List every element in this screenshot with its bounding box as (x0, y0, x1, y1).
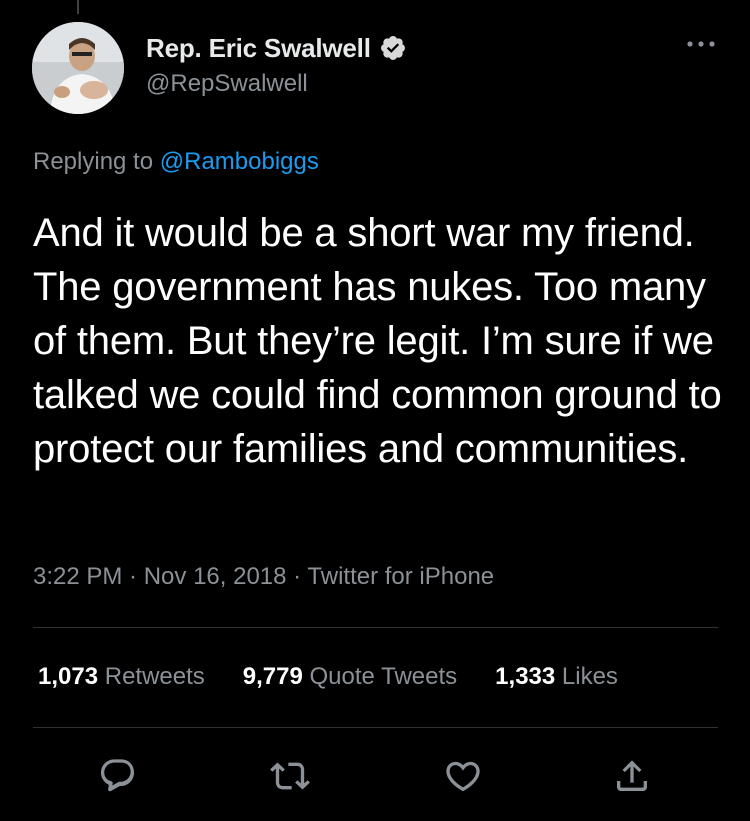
heart-icon (446, 761, 480, 792)
replying-to-mention[interactable]: @Rambobiggs (160, 148, 319, 175)
user-handle[interactable]: @RepSwalwell (146, 70, 308, 98)
avatar[interactable] (32, 22, 124, 114)
likes-label: Likes (561, 663, 618, 690)
tweet-source[interactable]: Twitter for iPhone (307, 563, 494, 590)
quote-tweets-count: 9,779 (242, 663, 303, 690)
quote-tweets-stat[interactable]: 9,779 Quote Tweets (243, 663, 457, 691)
retweets-label: Retweets (104, 663, 205, 690)
likes-stat[interactable]: 1,333 Likes (495, 663, 618, 691)
tweet-action-bar (0, 756, 750, 796)
like-button[interactable] (443, 756, 483, 796)
tweet-time[interactable]: 3:22 PM (33, 563, 122, 590)
retweet-button[interactable] (270, 756, 310, 796)
tweet-date[interactable]: Nov 16, 2018 (144, 563, 287, 590)
divider (33, 627, 718, 628)
retweet-icon (270, 762, 310, 790)
engagement-stats: 1,073 Retweets 9,779 Quote Tweets 1,333 … (38, 663, 656, 691)
more-options-icon[interactable] (686, 38, 716, 50)
avatar-photo (32, 22, 124, 114)
replying-to-prefix: Replying to (33, 148, 160, 175)
tweet-meta: 3:22 PM · Nov 16, 2018 · Twitter for iPh… (33, 563, 494, 591)
quote-tweets-label: Quote Tweets (309, 663, 458, 690)
meta-separator: · (122, 563, 144, 590)
likes-count: 1,333 (495, 663, 556, 690)
share-icon (617, 760, 647, 791)
tweet-text: And it would be a short war my friend. T… (33, 211, 722, 471)
share-button[interactable] (612, 756, 652, 796)
retweets-stat[interactable]: 1,073 Retweets (38, 663, 205, 691)
thread-connector-line (77, 0, 79, 14)
divider (33, 727, 718, 728)
display-name[interactable]: Rep. Eric Swalwell (146, 33, 371, 64)
replying-to-line: Replying to @Rambobiggs (33, 148, 319, 176)
verified-badge-icon (380, 36, 405, 60)
reply-button[interactable] (98, 756, 138, 796)
meta-separator: · (286, 563, 308, 590)
reply-icon (100, 759, 135, 792)
retweets-count: 1,073 (38, 663, 99, 690)
